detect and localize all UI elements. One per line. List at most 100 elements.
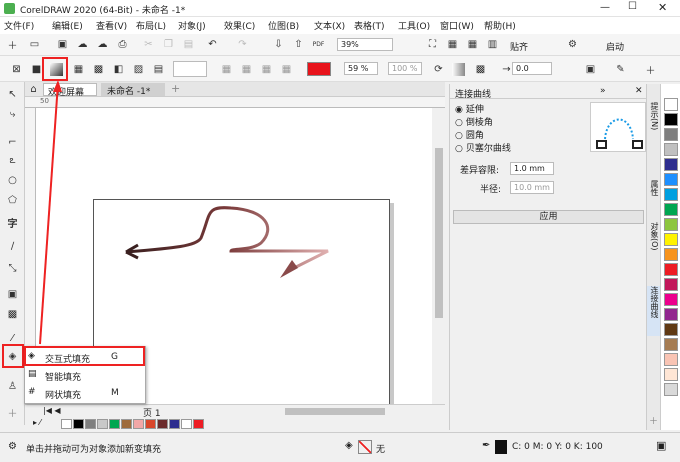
minimize-icon[interactable]: —	[600, 2, 610, 13]
open-icon[interactable]: ▭	[28, 38, 41, 51]
palette-swatch[interactable]	[664, 353, 678, 366]
menu-item-4[interactable]: 对象(J)	[178, 19, 206, 32]
cloud-icon[interactable]: ☁	[76, 38, 89, 51]
no-fill-icon[interactable]: ⊠	[10, 63, 23, 76]
print-icon[interactable]: ⎙	[116, 38, 129, 51]
menu-item-3[interactable]: 布局(L)	[136, 19, 166, 32]
menu-item-2[interactable]: 查看(V)	[96, 19, 127, 32]
home-icon[interactable]: ⌂	[27, 83, 40, 96]
smart-drawing-tool-icon[interactable]: ♙	[6, 380, 19, 393]
copy-fill-icon[interactable]: ▣	[584, 63, 597, 76]
cloud-upload-icon[interactable]: ☁	[96, 38, 109, 51]
menu-item-7[interactable]: 文本(X)	[314, 19, 345, 32]
redo-icon[interactable]: ↷	[236, 38, 249, 51]
tab-welcome[interactable]: 欢迎屏幕	[43, 83, 97, 98]
palette-swatch[interactable]	[664, 248, 678, 261]
document-palette-swatch[interactable]	[121, 419, 132, 429]
palette-swatch[interactable]	[664, 308, 678, 321]
rectangular-fill-icon[interactable]: ▦	[280, 63, 293, 76]
palette-swatch[interactable]	[664, 233, 678, 246]
shape-tool-icon[interactable]: ⤷	[6, 108, 19, 121]
docker-collapse-icon[interactable]: »	[600, 86, 606, 96]
palette-swatch[interactable]	[664, 158, 678, 171]
side-tab-hints[interactable]: 提示(N)	[648, 102, 660, 148]
menu-item-5[interactable]: 效果(C)	[224, 19, 255, 32]
add-tool-icon[interactable]: ＋	[6, 406, 19, 420]
export-icon[interactable]: ⇧	[292, 38, 305, 51]
dimension-tool-icon[interactable]: ∕	[6, 240, 19, 253]
two-color-pattern-icon[interactable]: ◧	[112, 63, 125, 76]
menu-item-smart-fill[interactable]: ▤ 智能填充	[25, 367, 145, 384]
document-palette-swatch[interactable]	[73, 419, 84, 429]
document-palette-swatch[interactable]	[85, 419, 96, 429]
tolerance-field[interactable]: 1.0 mm	[510, 162, 554, 175]
menu-item-10[interactable]: 窗口(W)	[440, 19, 474, 32]
full-screen-icon[interactable]: ⛶	[426, 38, 439, 51]
palette-swatch[interactable]	[664, 188, 678, 201]
side-tab-connect-curves[interactable]: 连接曲线	[647, 286, 660, 336]
reverse-fill-icon[interactable]: ⟳	[432, 63, 445, 76]
postscript-fill-icon[interactable]: ▤	[152, 63, 165, 76]
node-color-swatch[interactable]	[307, 62, 331, 76]
elliptical-fill-icon[interactable]: ▦	[240, 63, 253, 76]
undo-icon[interactable]: ↶	[206, 38, 219, 51]
palette-swatch[interactable]	[664, 338, 678, 351]
fill-direction-icon[interactable]: ▩	[474, 63, 487, 76]
rulers-icon[interactable]: ▦	[446, 38, 459, 51]
opacity-field[interactable]: 59 %	[344, 62, 378, 75]
palette-swatch[interactable]	[664, 263, 678, 276]
bitmap-pattern-icon[interactable]: ▩	[92, 63, 105, 76]
paste-icon[interactable]: ▤	[182, 38, 195, 51]
edit-fill-icon[interactable]: ✎	[614, 63, 627, 76]
radio-option-3[interactable]: ○ 贝塞尔曲线	[455, 141, 511, 154]
document-palette-swatch[interactable]	[133, 419, 144, 429]
copy-icon[interactable]: ❐	[162, 38, 175, 51]
palette-swatch[interactable]	[664, 113, 678, 126]
horizontal-scrollbar[interactable]	[285, 408, 385, 415]
radio-option-0[interactable]: ◉ 延伸	[455, 102, 484, 115]
connector-tool-icon[interactable]: ⤡	[6, 262, 19, 275]
save-icon[interactable]: ▣	[56, 38, 69, 51]
menu-item-8[interactable]: 表格(T)	[354, 19, 385, 32]
palette-swatch[interactable]	[664, 173, 678, 186]
offset-field[interactable]: 0.0	[512, 62, 552, 75]
ellipse-tool-icon[interactable]: ○	[6, 174, 19, 187]
palette-swatch[interactable]	[664, 323, 678, 336]
document-palette-swatch[interactable]	[61, 419, 72, 429]
menu-item-6[interactable]: 位图(B)	[268, 19, 299, 32]
shadow-tool-icon[interactable]: ▣	[6, 288, 19, 301]
launch-button[interactable]: 启动	[606, 40, 624, 53]
document-palette-swatch[interactable]	[145, 419, 156, 429]
texture-fill-icon[interactable]: ▨	[132, 63, 145, 76]
menu-item-9[interactable]: 工具(O)	[398, 19, 430, 32]
document-palette-swatch[interactable]	[169, 419, 180, 429]
document-palette-swatch[interactable]	[157, 419, 168, 429]
menu-item-11[interactable]: 帮助(H)	[484, 19, 516, 32]
import-icon[interactable]: ⇩	[272, 38, 285, 51]
cut-icon[interactable]: ✂	[142, 38, 155, 51]
close-icon[interactable]: ✕	[658, 1, 667, 14]
palette-swatch[interactable]	[664, 218, 678, 231]
side-tab-objects[interactable]: 对象(O)	[648, 222, 660, 268]
grid-icon[interactable]: ▦	[466, 38, 479, 51]
palette-swatch[interactable]	[664, 128, 678, 141]
new-document-icon[interactable]: ＋	[6, 38, 19, 52]
page-nav-arrows-icon[interactable]: |◀ ◀	[43, 406, 61, 415]
document-palette-swatch[interactable]	[97, 419, 108, 429]
maximize-icon[interactable]: ☐	[628, 1, 637, 12]
vertical-scrollbar[interactable]	[435, 148, 443, 318]
pick-tool-icon[interactable]: ↖	[6, 88, 19, 101]
pdf-icon[interactable]: PDF	[312, 38, 325, 51]
transparency-tool-icon[interactable]: ▩	[6, 308, 19, 321]
palette-swatch[interactable]	[664, 278, 678, 291]
crop-tool-icon[interactable]: ⌐	[6, 136, 19, 149]
snap-to-button[interactable]: 贴齐	[510, 40, 528, 53]
add-toolbar-icon[interactable]: ＋	[644, 63, 657, 77]
apply-button[interactable]: 应用	[453, 210, 644, 224]
radio-option-1[interactable]: ○ 倒棱角	[455, 115, 493, 128]
document-palette-swatch[interactable]	[109, 419, 120, 429]
palette-menu-icon[interactable]: ▸ ⁄	[33, 418, 41, 427]
new-tab-icon[interactable]: +	[171, 82, 180, 95]
document-palette-swatch[interactable]	[193, 419, 204, 429]
conical-fill-icon[interactable]: ▦	[260, 63, 273, 76]
